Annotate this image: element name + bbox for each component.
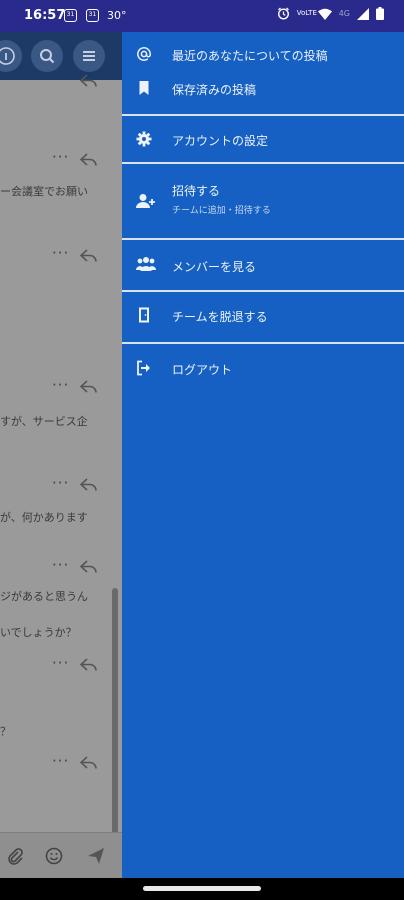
- hamburger-icon: [83, 51, 95, 61]
- more-actions-icon[interactable]: ···: [52, 752, 69, 770]
- menu-item-saved-posts[interactable]: 保存済みの投稿: [122, 72, 404, 104]
- home-gesture-handle[interactable]: [143, 886, 261, 891]
- menu-item-label: 招待する: [172, 184, 221, 198]
- search-icon: [40, 49, 55, 64]
- wifi-icon: [317, 8, 332, 20]
- battery-icon: [376, 7, 384, 20]
- reply-icon[interactable]: [80, 249, 98, 263]
- more-actions-icon[interactable]: ···: [52, 376, 69, 394]
- menu-button[interactable]: [73, 40, 105, 72]
- navigation-bar: [0, 878, 404, 900]
- message-text: すが、サービス企: [0, 415, 88, 428]
- at-icon: [137, 47, 151, 61]
- more-actions-icon[interactable]: ···: [52, 474, 69, 492]
- members-icon: [136, 257, 156, 271]
- more-actions-icon[interactable]: ···: [52, 654, 69, 672]
- system-indicators: VoLTE 4G: [277, 7, 384, 20]
- info-icon: [0, 47, 15, 65]
- menu-item-label: チームを脱退する: [172, 310, 268, 324]
- message-text: いでしょうか？: [0, 626, 77, 639]
- logout-icon: [137, 360, 150, 376]
- info-button[interactable]: [0, 40, 22, 72]
- clock: 16:57: [24, 8, 66, 23]
- calendar-icon: 31: [86, 9, 99, 22]
- reply-icon[interactable]: [80, 74, 98, 88]
- menu-item-label: 保存済みの投稿: [172, 83, 257, 97]
- network-type: 4G: [338, 9, 350, 18]
- menu-item-label: 最近のあなたについての投稿: [172, 49, 328, 63]
- more-actions-icon[interactable]: ···: [52, 556, 69, 574]
- menu-item-recent-mentions[interactable]: 最近のあなたについての投稿: [122, 40, 404, 70]
- status-bar: 16:57 31 31 30° VoLTE 4G: [0, 0, 404, 32]
- more-actions-icon[interactable]: ···: [52, 244, 69, 262]
- calendar-icon: 31: [64, 9, 77, 22]
- message-composer: [0, 832, 122, 878]
- reply-icon[interactable]: [80, 658, 98, 672]
- menu-item-invite[interactable]: 招待する チームに追加・招待する: [122, 164, 404, 238]
- reply-icon[interactable]: [80, 560, 98, 574]
- more-actions-icon[interactable]: ···: [52, 148, 69, 166]
- chat-scrollbar[interactable]: [112, 588, 118, 860]
- message-text: ー会議室でお願い: [0, 185, 88, 198]
- message-text: ジがあると思うん: [0, 590, 88, 603]
- menu-item-label: アカウントの設定: [172, 134, 269, 148]
- leave-team-icon: [139, 307, 149, 323]
- reply-icon[interactable]: [80, 756, 98, 770]
- attachment-icon[interactable]: [6, 847, 24, 865]
- emoji-icon[interactable]: [45, 847, 63, 865]
- alarm-icon: [277, 7, 290, 20]
- add-user-icon: [136, 194, 155, 208]
- volte-icon: VoLTE: [296, 9, 317, 17]
- send-icon[interactable]: [87, 847, 105, 865]
- weather-temperature: 30°: [107, 9, 127, 22]
- search-button[interactable]: [31, 40, 63, 72]
- menu-item-logout[interactable]: ログアウト: [122, 344, 404, 394]
- reply-icon[interactable]: [80, 478, 98, 492]
- bookmark-icon: [139, 81, 149, 95]
- menu-item-account-settings[interactable]: アカウントの設定: [122, 116, 404, 162]
- side-drawer: 最近のあなたについての投稿 保存済みの投稿 アカウントの設定 招待する チームに…: [122, 32, 404, 878]
- reply-icon[interactable]: [80, 153, 98, 167]
- reply-icon[interactable]: [80, 380, 98, 394]
- signal-icon: [357, 7, 369, 20]
- message-text: ？: [0, 725, 11, 738]
- gear-icon: [136, 131, 152, 147]
- message-text: が、何かあります: [0, 511, 88, 524]
- menu-item-leave-team[interactable]: チームを脱退する: [122, 292, 404, 342]
- menu-item-label: メンバーを見る: [172, 260, 257, 274]
- menu-item-sublabel: チームに追加・招待する: [172, 206, 271, 216]
- menu-item-view-members[interactable]: メンバーを見る: [122, 240, 404, 288]
- menu-item-label: ログアウト: [172, 363, 233, 377]
